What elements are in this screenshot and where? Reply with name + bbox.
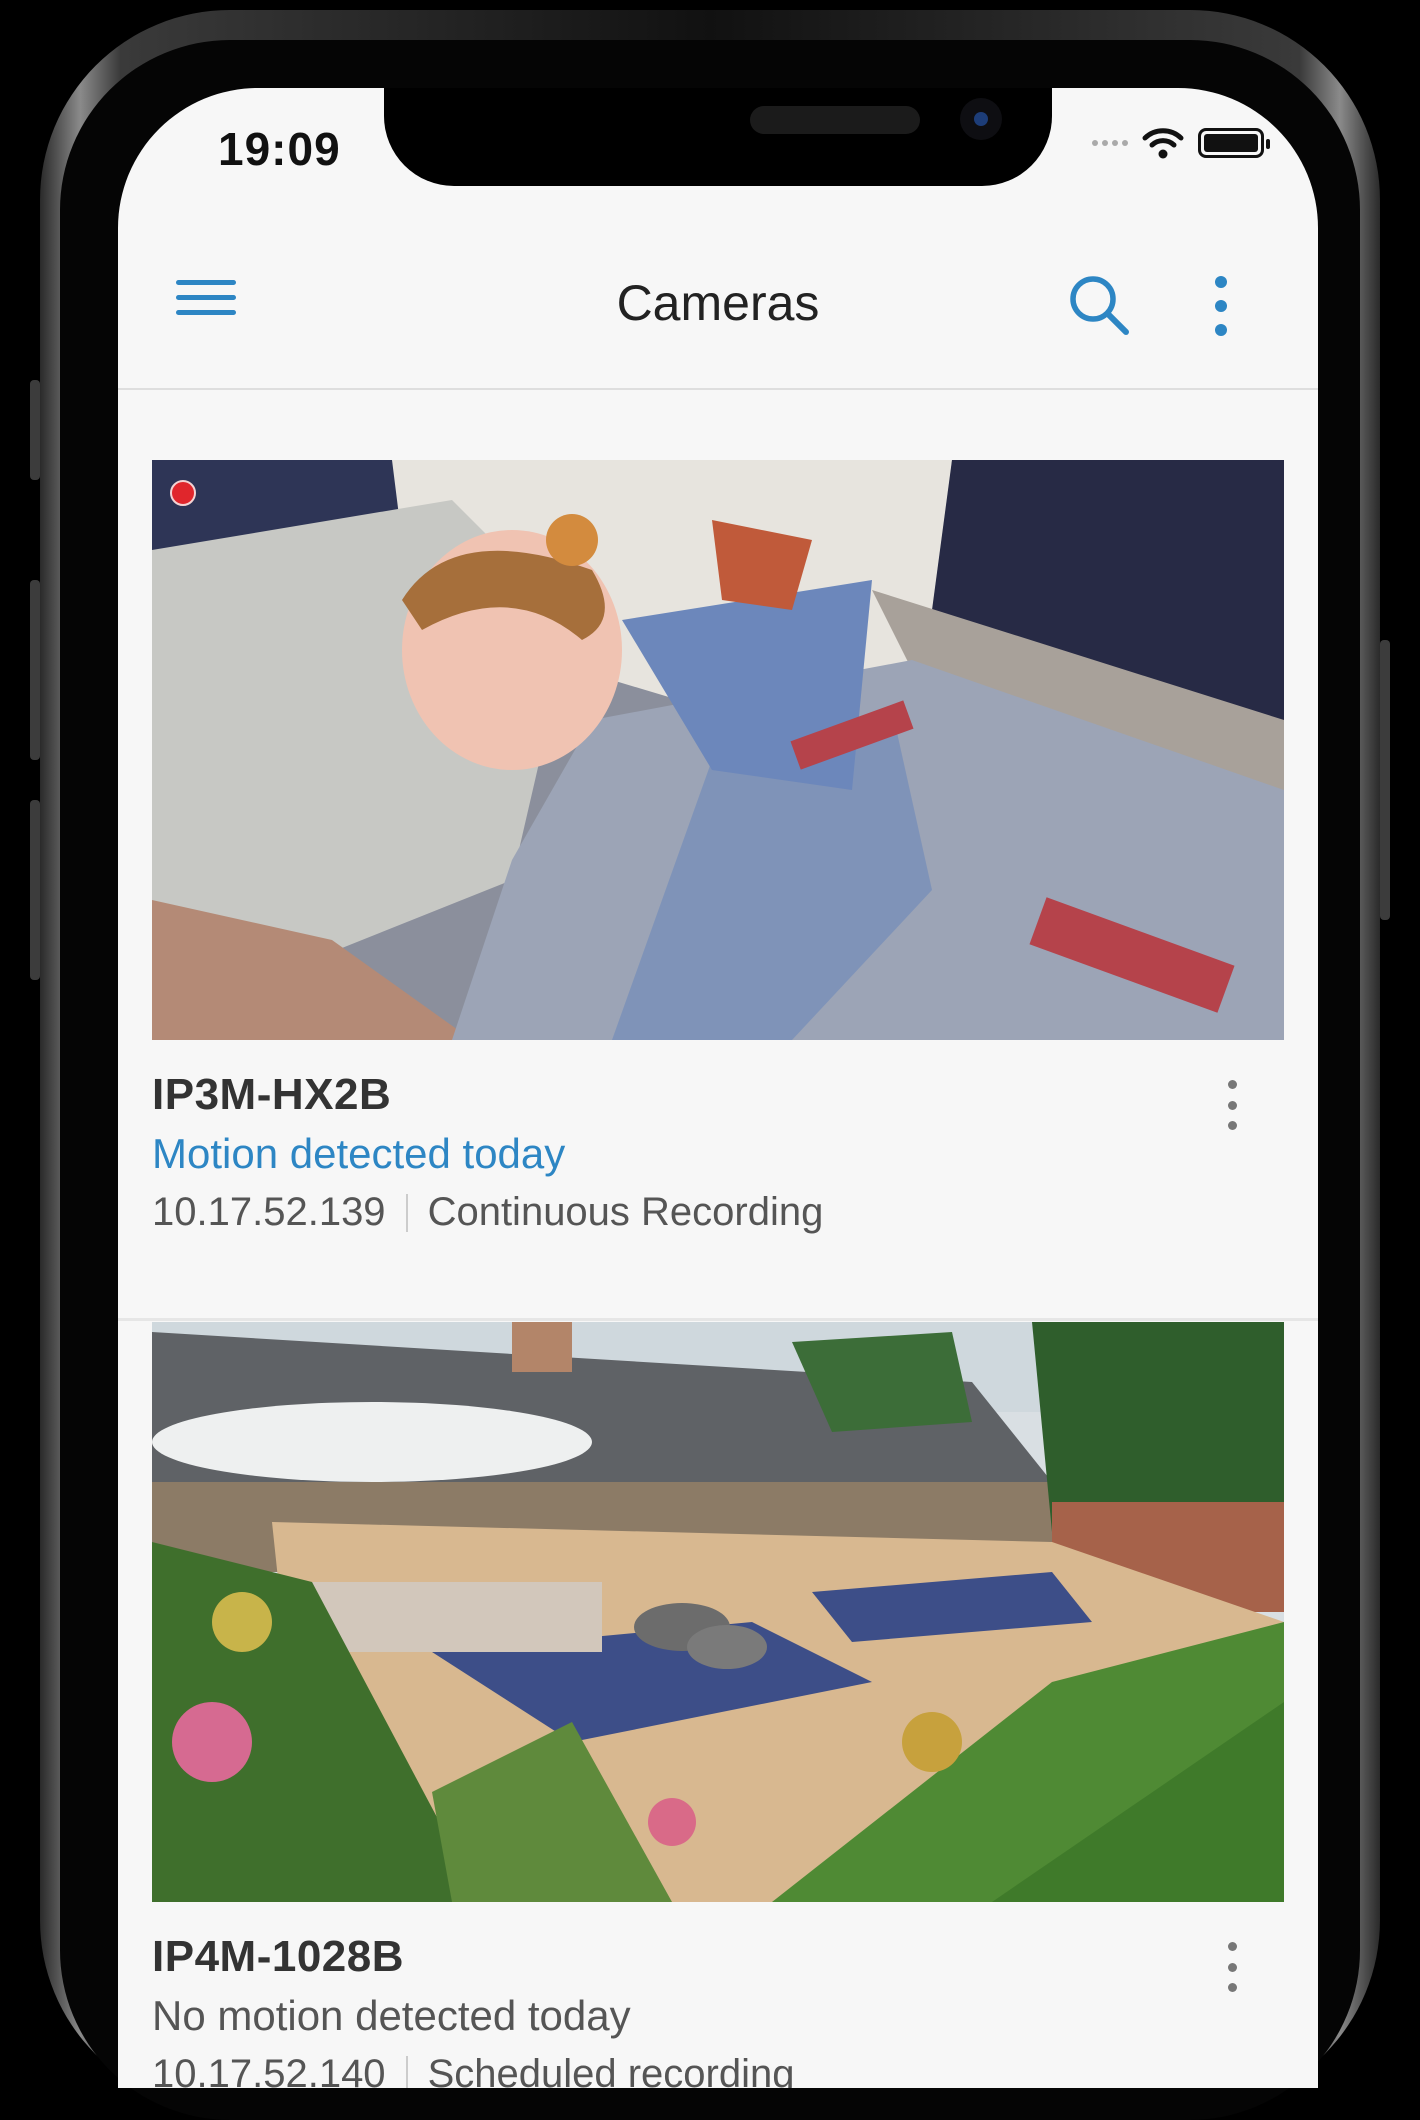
motion-status: Motion detected today [152, 1130, 566, 1177]
front-camera [960, 98, 1002, 140]
speaker-grille [750, 106, 920, 134]
camera-more-icon[interactable] [1220, 1942, 1244, 1992]
volume-down-button [30, 800, 40, 980]
camera-name: IP4M-1028B [152, 1932, 405, 1981]
recording-mode: Continuous Recording [427, 1190, 824, 1234]
wifi-icon [1142, 128, 1184, 159]
camera-thumbnail-backyard[interactable] [152, 1322, 1284, 1902]
volume-up-button [30, 580, 40, 760]
camera-info: 10.17.52.140 Scheduled recording [152, 2052, 794, 2088]
notch [384, 88, 1052, 186]
divider [405, 1193, 408, 1232]
divider [405, 2055, 408, 2088]
camera-thumbnail-sleeping-child[interactable] [152, 460, 1284, 1040]
thumbnail-image [152, 460, 1284, 1040]
power-button [1380, 640, 1390, 920]
app-bar: Cameras [118, 228, 1318, 390]
more-vertical-icon[interactable] [1206, 276, 1236, 336]
status-icons [1092, 126, 1270, 160]
status-time: 19:09 [218, 123, 341, 175]
page-title: Cameras [616, 275, 820, 331]
camera-ip: 10.17.52.139 [152, 1190, 386, 1234]
camera-more-icon[interactable] [1220, 1080, 1244, 1130]
mute-switch [30, 380, 40, 480]
motion-status: No motion detected today [152, 1992, 631, 2039]
camera-name: IP3M-HX2B [152, 1070, 392, 1119]
camera-card: IP3M-HX2B Motion detected today 10.17.52… [118, 460, 1318, 1321]
camera-ip: 10.17.52.140 [152, 2052, 386, 2088]
thumbnail-image [152, 1322, 1284, 1902]
camera-card: IP4M-1028B No motion detected today 10.1… [118, 1322, 1318, 2088]
search-icon[interactable] [1066, 272, 1132, 338]
app-screen: 19:09 Cameras IP3M-HX2B Motion detected … [118, 88, 1318, 2088]
camera-info: 10.17.52.139 Continuous Recording [152, 1190, 823, 1235]
recording-dot-icon [170, 480, 196, 506]
recording-mode: Scheduled recording [427, 2052, 795, 2088]
battery-icon [1198, 128, 1270, 158]
signal-icon [1092, 140, 1128, 146]
